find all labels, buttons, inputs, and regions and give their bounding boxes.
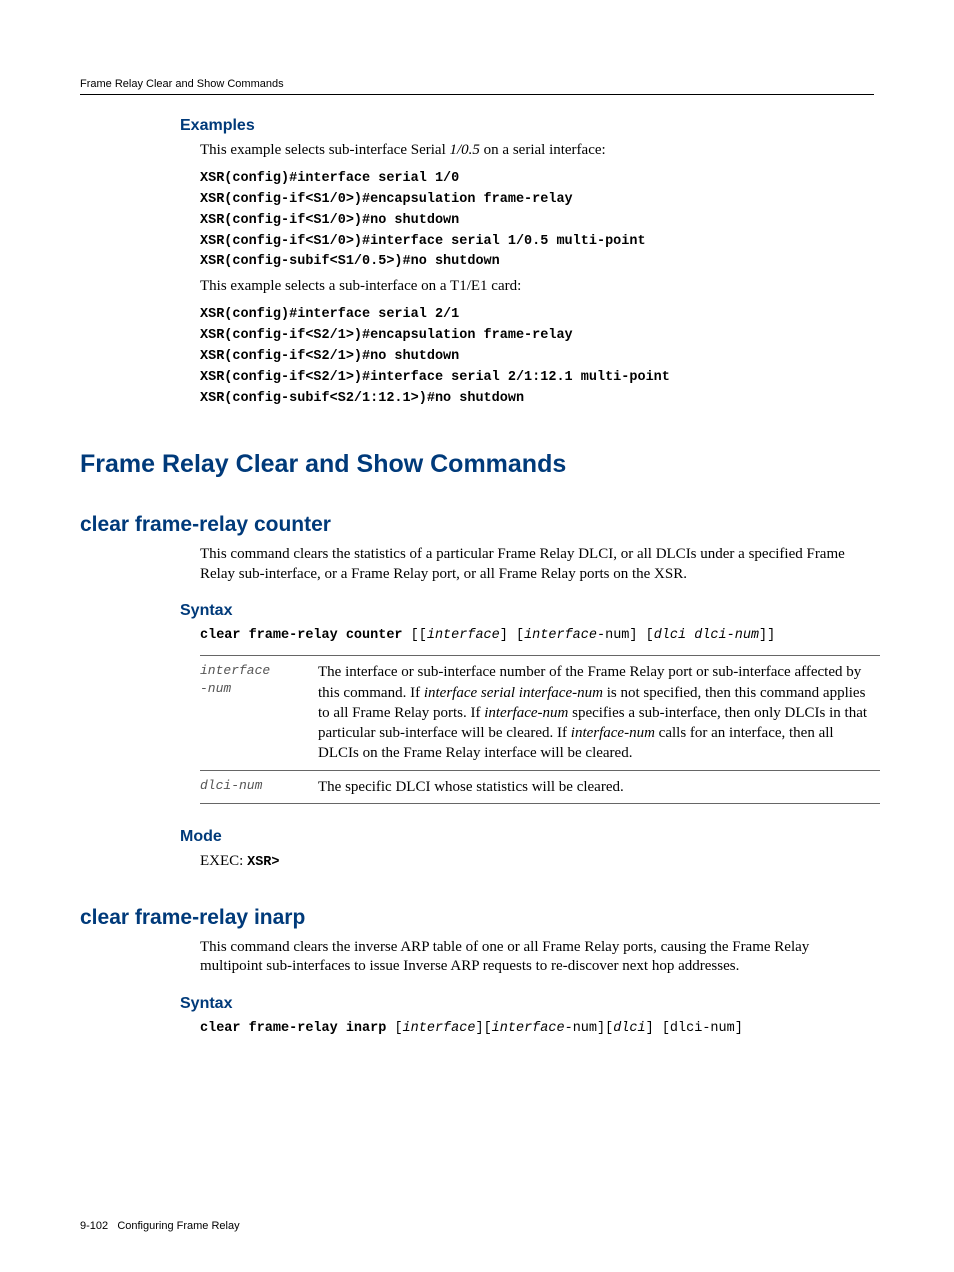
running-header: Frame Relay Clear and Show Commands — [80, 78, 874, 95]
prompt: XSR> — [247, 855, 279, 870]
text: ]] — [759, 628, 775, 643]
text: ] [ — [500, 628, 524, 643]
param-key: dlci-num — [200, 770, 318, 803]
text: EXEC: — [200, 853, 247, 869]
text: on a serial interface: — [480, 142, 606, 158]
arg: interface — [403, 1021, 476, 1036]
syntax-heading-inarp: Syntax — [180, 995, 874, 1013]
text: [ — [394, 1021, 402, 1036]
page-footer: 9-102 Configuring Frame Relay — [80, 1220, 874, 1232]
text: [[ — [411, 628, 427, 643]
param-key: interface -num — [200, 656, 318, 770]
command-heading-counter: clear frame-relay counter — [80, 513, 874, 537]
arg: interface- — [524, 628, 605, 643]
counter-desc: This command clears the statistics of a … — [200, 545, 874, 585]
text-em: interface-num — [484, 705, 568, 721]
text-em: 1/0.5 — [450, 142, 480, 158]
text-em: interface serial interface-num — [424, 685, 603, 701]
table-row: dlci-num The specific DLCI whose statist… — [200, 770, 880, 803]
text: This example selects sub-interface Seria… — [200, 142, 450, 158]
syntax-line-inarp: clear frame-relay inarp [interface][inte… — [200, 1019, 874, 1040]
text: ][ — [475, 1021, 491, 1036]
arg: dlci dlci-num — [654, 628, 759, 643]
arg: interface — [427, 628, 500, 643]
cmd: clear frame-relay counter — [200, 628, 411, 643]
footer-title: Configuring Frame Relay — [117, 1220, 239, 1232]
text: ] — [646, 1021, 654, 1036]
arg: interface- — [492, 1021, 573, 1036]
text: [dlci-num] — [654, 1021, 743, 1036]
param-desc: The interface or sub-interface number of… — [318, 656, 880, 770]
command-heading-inarp: clear frame-relay inarp — [80, 906, 874, 930]
syntax-heading: Syntax — [180, 602, 874, 620]
text: num][ — [573, 1021, 614, 1036]
cmd: clear frame-relay inarp — [200, 1021, 394, 1036]
section-heading: Frame Relay Clear and Show Commands — [80, 450, 874, 479]
param-desc: The specific DLCI whose statistics will … — [318, 770, 880, 803]
mode-heading: Mode — [180, 828, 874, 846]
param-table: interface -num The interface or sub-inte… — [200, 655, 880, 804]
examples-intro-1: This example selects sub-interface Seria… — [200, 141, 874, 161]
example-code-1: XSR(config)#interface serial 1/0 XSR(con… — [200, 169, 874, 274]
examples-heading: Examples — [180, 117, 874, 135]
examples-intro-2: This example selects a sub-interface on … — [200, 277, 874, 297]
text: num] [ — [605, 628, 654, 643]
arg: dlci — [613, 1021, 645, 1036]
page-number: 9-102 — [80, 1220, 108, 1232]
inarp-desc: This command clears the inverse ARP tabl… — [200, 938, 874, 978]
mode-line: EXEC: XSR> — [200, 852, 874, 872]
table-row: interface -num The interface or sub-inte… — [200, 656, 880, 770]
text-em: interface-num — [571, 725, 655, 741]
syntax-line-counter: clear frame-relay counter [[interface] [… — [200, 626, 874, 647]
example-code-2: XSR(config)#interface serial 2/1 XSR(con… — [200, 305, 874, 410]
